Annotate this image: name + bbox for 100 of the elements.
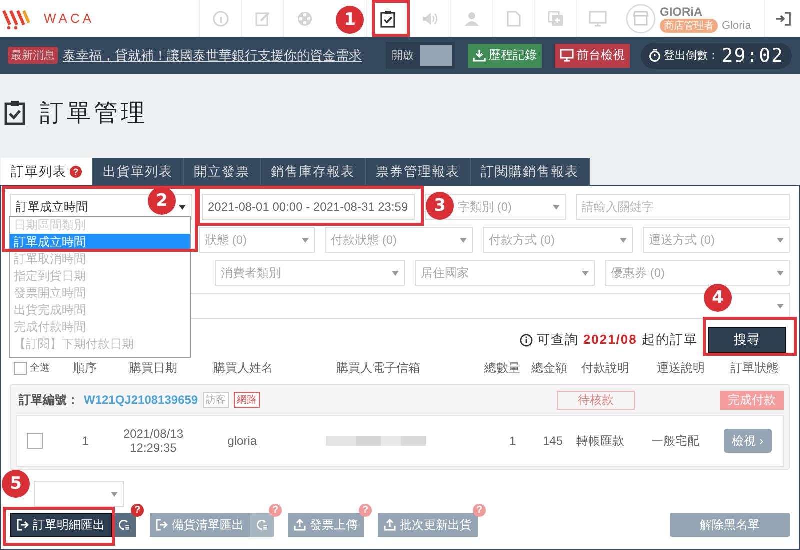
export-button[interactable]: 發票上傳 (288, 513, 364, 537)
table-cell-text: 1 (508, 434, 516, 448)
table-cell-text: 轉帳匯款 (575, 432, 626, 450)
monitor-icon (588, 10, 606, 26)
help-icon: ? (269, 504, 282, 517)
checkbox[interactable] (14, 362, 27, 374)
select-all-label: 全選 (30, 362, 50, 375)
caret-icon (777, 304, 784, 308)
role-badge: 商店管理者 (660, 18, 718, 32)
export-button[interactable]: 備貨清單匯出 (150, 513, 250, 537)
dropdown-option[interactable]: 指定到貨日期 (10, 268, 190, 285)
order-tag: 訪客 (203, 392, 230, 408)
dropdown-option[interactable]: 發票開立時間 (10, 285, 190, 302)
help-icon: ? (359, 504, 372, 517)
history-button[interactable]: 歷程記錄 (468, 44, 542, 68)
dropdown-option[interactable]: 出貨完成時間 (10, 302, 190, 319)
order-tag: 網路 (234, 392, 260, 408)
refresh-list-icon (256, 518, 268, 532)
export-button[interactable]: 訂單明細匯出 (10, 513, 112, 537)
table-cell-text: 145 (542, 434, 564, 448)
caret-icon (179, 204, 186, 210)
order-number-link[interactable]: W121QJ2108139659 (84, 393, 198, 407)
remove-blacklist-button[interactable]: 解除黑名單 (670, 513, 790, 537)
caret-icon (777, 270, 784, 276)
column-header: 購買日期 (128, 360, 179, 376)
filter-select[interactable]: 運送方式 (0) (643, 227, 790, 253)
dropdown-option[interactable]: 完成付款時間 (10, 319, 190, 336)
help-icon: ? (473, 504, 486, 517)
person-icon (464, 10, 480, 26)
caret-icon (582, 270, 589, 276)
keyword-field[interactable]: 請輸入關鍵字 (576, 194, 790, 220)
column-header: 順序 (72, 360, 98, 376)
user-name: GIORiA (660, 4, 704, 18)
upload-icon (384, 519, 396, 531)
refresh-list-icon (118, 518, 130, 532)
filter-select[interactable]: 居住國家 (415, 260, 595, 286)
table-cell: 12:29:35 (130, 441, 177, 455)
filter-select[interactable]: 狀態 (0) (199, 227, 315, 253)
query-note: 可查詢 2021/08 起的訂單 (536, 331, 698, 349)
table-cell: 2021/08/13 (123, 427, 184, 441)
column-header: 總金額 (530, 360, 568, 376)
help-icon: ? (70, 166, 82, 178)
column-header: 購買人姓名 (212, 360, 274, 376)
export-icon (156, 519, 168, 531)
info-icon (212, 10, 228, 26)
logo-text: WACA (44, 11, 95, 26)
bulk-select[interactable] (34, 481, 124, 507)
tab[interactable]: 訂單列表 ? (1, 158, 93, 185)
speaker-icon (422, 10, 438, 26)
export-button[interactable]: 批次更新出貨 (378, 513, 478, 537)
filter-select[interactable]: 付款狀態 (0) (325, 227, 473, 253)
caret-icon (620, 238, 627, 242)
clipboard-check-icon (378, 10, 396, 28)
highlight-frame (372, 0, 410, 37)
countdown-timer: 29:02 (722, 44, 784, 66)
info-icon (520, 334, 533, 346)
logout-icon (774, 10, 790, 26)
caret-icon (777, 238, 784, 242)
caret-icon (553, 204, 560, 210)
search-button[interactable]: 搜尋 (708, 327, 786, 353)
status-tag: 完成付款 (720, 390, 784, 410)
order-number-label: 訂單編號： (19, 392, 79, 408)
toggle-label: 開啟 (392, 49, 415, 63)
frontend-view-button[interactable]: 前台檢視 (554, 44, 630, 68)
filter-select[interactable]: 付款方式 (0) (483, 227, 633, 253)
caret-icon (460, 238, 467, 242)
column-header: 付款說明 (580, 360, 630, 376)
filter-select[interactable]: 消費者類別 (215, 260, 405, 286)
column-header: 總數量 (483, 360, 520, 376)
table-cell-text: 1 (81, 434, 90, 448)
account-name: Gloria (722, 20, 752, 32)
filter-select[interactable]: 優惠券 (0) (605, 260, 790, 286)
clipboard-check-icon (4, 100, 26, 126)
document-icon (506, 10, 520, 26)
download-icon (472, 49, 486, 62)
caret-icon (302, 238, 309, 242)
payment-review-tag: 待核款 (557, 390, 635, 410)
table-cell-text: 一般宅配 (650, 432, 700, 450)
news-link[interactable]: 泰幸福，貸就補！讓國泰世華銀行支援你的資金需求 (63, 46, 362, 64)
caret-icon (392, 270, 399, 276)
column-header: 訂單狀態 (730, 360, 780, 376)
dropdown-option[interactable]: 訂單取消時間 (10, 251, 190, 268)
film-reel-icon (296, 10, 312, 26)
export-icon (17, 519, 29, 531)
news-badge: 最新消息 (8, 47, 58, 64)
stopwatch-icon (648, 49, 661, 62)
toggle-switch[interactable] (420, 45, 452, 66)
column-header: 購買人電子信箱 (335, 360, 422, 376)
countdown-label: 登出倒數： (664, 49, 719, 63)
view-button[interactable]: 檢視 › (724, 429, 772, 453)
column-header: 運送說明 (656, 360, 706, 376)
store-avatar-icon (626, 4, 656, 34)
page-title: 訂單管理 (40, 99, 148, 129)
dropdown-option[interactable]: 【訂閱】下期付款日期 (10, 336, 190, 353)
monitor-icon (560, 49, 574, 62)
checkbox[interactable] (27, 433, 43, 449)
upload-icon (294, 519, 306, 531)
help-icon: ? (131, 504, 144, 517)
table-cell-text: gloria (226, 434, 258, 448)
date-range-field[interactable]: 2021-08-01 00:00 - 2021-08-31 23:59 (202, 194, 415, 220)
